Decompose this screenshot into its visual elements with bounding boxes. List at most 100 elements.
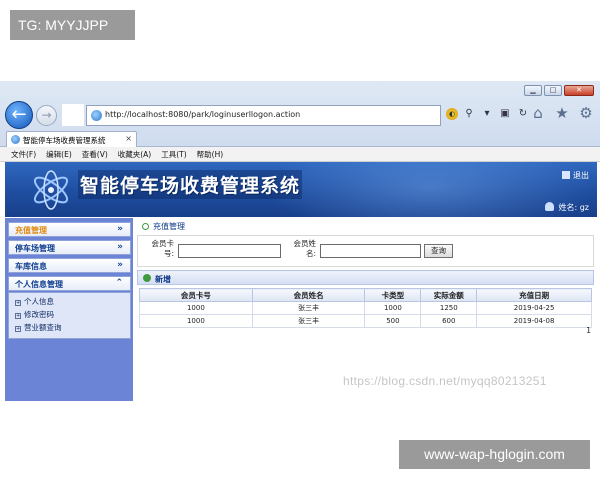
double-chevron-icon: » [117,260,123,270]
browser-right-icons: ⌂ ★ ⚙ [530,105,594,121]
col-date: 充值日期 [476,288,592,302]
sidebar-item-label: 个人信息管理 [15,280,63,289]
card-number-input[interactable] [178,244,281,258]
sidebar-item-label: 车库信息 [15,262,47,271]
table-header-row: 会员卡号 会员姓名 卡类型 实际金额 充值日期 [139,288,592,302]
atom-logo-icon [33,170,69,210]
breadcrumb: 充值管理 [142,221,185,232]
breadcrumb-icon [142,223,149,230]
address-text[interactable]: http://localhost:8080/park/loginuserllog… [105,110,300,119]
address-tools: ◐ ⚲ ▾ ▣ ↻ [446,107,530,121]
table-row[interactable]: 1000 张三丰 500 600 2019-04-08 [139,314,592,328]
sidebar-link-revenue[interactable]: + 营业额查询 [15,322,62,333]
query-button[interactable]: 查询 [424,244,453,258]
home-icon[interactable]: ⌂ [530,105,546,121]
chevron-up-icon: ⌃ [115,278,123,288]
compatibility-icon[interactable]: ◐ [446,108,458,120]
back-arrow-icon[interactable]: ← [5,101,33,129]
plus-box-icon: + [15,300,21,306]
app-banner: 智能停车场收费管理系统 退出 姓名: gz [5,162,597,217]
tab-close-icon[interactable]: × [125,134,132,143]
sidebar: 充值管理 » 停车场管理 » 车库信息 » 个人信息管理 ⌃ + 个人信息 + 修改… [5,218,133,401]
sidebar-link-label[interactable]: 营业额查询 [24,323,62,332]
dropdown-icon[interactable]: ▾ [480,107,494,121]
browser-tab[interactable]: 智能停车场收费管理系统 × [6,131,137,147]
cell-member-name: 张三丰 [251,314,366,328]
col-amount: 实际金额 [420,288,478,302]
tab-page-icon [11,135,20,144]
sidebar-link-label[interactable]: 个人信息 [24,297,54,306]
app-title: 智能停车场收费管理系统 [78,170,303,199]
search-panel: 会员卡 号: 会员姓 名: 查询 [137,235,594,267]
cell-card-type: 500 [364,314,422,328]
overlay-tag: TG: MYYJJPP [10,10,135,40]
card-number-label-line2: 号: [163,249,174,258]
list-header: 新增 [137,270,594,285]
user-info: 姓名: gz [545,202,589,213]
sidebar-item-parking[interactable]: 停车场管理 » [8,240,131,255]
close-window-button[interactable]: ✕ [564,85,594,96]
sidebar-item-personal[interactable]: 个人信息管理 ⌃ [8,276,131,291]
menu-file[interactable]: 文件(F) [11,147,36,161]
cell-card-number: 1000 [139,314,253,328]
cell-card-type: 1000 [364,301,422,315]
cell-card-number: 1000 [139,301,253,315]
sidebar-item-label: 停车场管理 [15,244,55,253]
forward-arrow-icon[interactable]: → [36,105,57,126]
exit-label[interactable]: 退出 [573,171,589,180]
overlay-bottom-tag: www-wap-hglogin.com [399,440,590,469]
menu-bar: 文件(F) 编辑(E) 查看(V) 收藏夹(A) 工具(T) 帮助(H) [0,147,600,162]
tab-title: 智能停车场收费管理系统 [23,136,106,145]
plus-box-icon: + [15,313,21,319]
menu-edit[interactable]: 编辑(E) [46,147,72,161]
add-new-link[interactable]: 新增 [155,274,171,285]
plus-box-icon: + [15,326,21,332]
browser-chrome: ▁ □ ✕ ← → http://localhost:8080/park/log… [0,81,600,147]
user-icon [545,202,555,211]
cell-date: 2019-04-25 [476,301,592,315]
cell-member-name: 张三丰 [251,301,366,315]
table-row[interactable]: 1000 张三丰 1000 1250 2019-04-25 [139,301,592,315]
minimize-button[interactable]: ▁ [524,85,542,96]
refresh-icon[interactable]: ↻ [516,107,530,121]
sidebar-link-label[interactable]: 修改密码 [24,310,54,319]
menu-favorites[interactable]: 收藏夹(A) [118,147,151,161]
menu-help[interactable]: 帮助(H) [197,147,224,161]
pager[interactable]: 1 [586,326,591,335]
maximize-button[interactable]: □ [544,85,562,96]
address-bar[interactable]: http://localhost:8080/park/loginuserllog… [86,105,441,126]
exit-icon [562,171,570,179]
menu-tools[interactable]: 工具(T) [161,147,186,161]
cell-amount: 1250 [420,301,478,315]
search-icon[interactable]: ⚲ [462,107,476,121]
member-name-label-line2: 名: [305,249,316,258]
stop-icon[interactable]: ▣ [498,107,512,121]
sidebar-item-garage[interactable]: 车库信息 » [8,258,131,273]
address-blank [62,104,84,126]
member-name-input[interactable] [320,244,421,258]
sidebar-item-label: 充值管理 [15,226,47,235]
card-number-label-line1: 会员卡 [151,239,175,248]
double-chevron-icon: » [117,242,123,252]
favorites-star-icon[interactable]: ★ [554,105,570,121]
exit-link[interactable]: 退出 [562,170,589,181]
double-chevron-icon: » [117,224,123,234]
col-card-type: 卡类型 [364,288,422,302]
window-controls: ▁ □ ✕ [524,85,594,96]
sidebar-subpanel: + 个人信息 + 修改密码 + 营业额查询 [8,292,131,339]
sidebar-link-profile[interactable]: + 个人信息 [15,296,54,307]
add-icon [143,274,151,282]
cell-date: 2019-04-08 [476,314,592,328]
col-member-name: 会员姓名 [251,288,366,302]
col-card-number: 会员卡号 [139,288,253,302]
watermark: https://blog.csdn.net/myqq80213251 [343,374,547,388]
sidebar-item-recharge[interactable]: 充值管理 » [8,222,131,237]
member-name-label-line1: 会员姓 [293,239,317,248]
gear-icon[interactable]: ⚙ [578,105,594,121]
user-name: 姓名: gz [558,203,589,212]
breadcrumb-label: 充值管理 [153,222,185,231]
menu-view[interactable]: 查看(V) [82,147,108,161]
cell-amount: 600 [420,314,478,328]
sidebar-link-password[interactable]: + 修改密码 [15,309,54,320]
recharge-table: 会员卡号 会员姓名 卡类型 实际金额 充值日期 1000 张三丰 1000 12… [139,288,592,328]
